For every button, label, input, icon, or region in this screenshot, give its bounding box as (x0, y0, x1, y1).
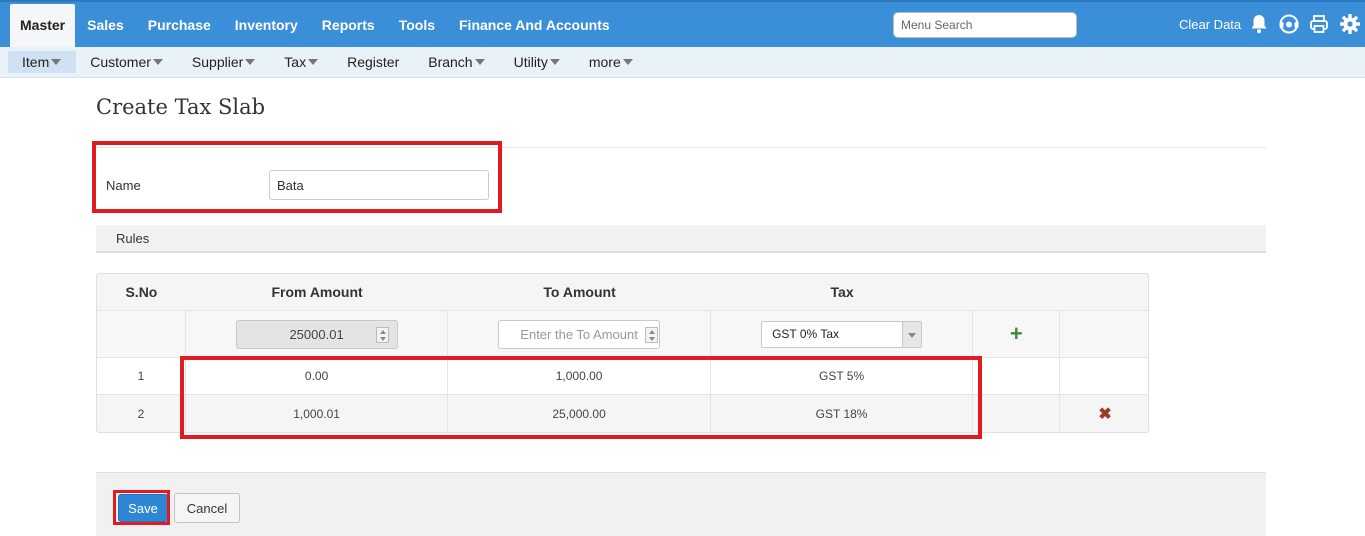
table-row: 1 0.00 1,000.00 GST 5% (97, 358, 1148, 395)
header-empty (1060, 274, 1148, 310)
row-empty (973, 358, 1061, 394)
subnav-tax[interactable]: Tax (270, 51, 333, 73)
table-row: 2 1,000.01 25,000.00 GST 18% ✖ (97, 395, 1148, 432)
sub-navigation-bar: Item Customer Supplier Tax Register Bran… (0, 47, 1365, 78)
header-from-amount: From Amount (271, 284, 363, 300)
nav-master[interactable]: Master (10, 4, 76, 47)
delete-rule-close-icon[interactable]: ✖ (1098, 404, 1111, 424)
subnav-more-label: more (588, 54, 621, 70)
subnav-utility-label: Utility (513, 54, 548, 70)
chevron-down-icon (308, 59, 319, 65)
rules-section-header: Rules (96, 225, 1266, 253)
to-amount-placeholder: Enter the To Amount (520, 326, 638, 342)
row-delete-cell: ✖ (1060, 395, 1148, 432)
subnav-register[interactable]: Register (333, 51, 414, 73)
page-title: Create Tax Slab (96, 95, 266, 119)
subnav-customer[interactable]: Customer (76, 51, 178, 73)
subnav-tax-label: Tax (284, 54, 307, 70)
subnav-item[interactable]: Item (8, 51, 77, 73)
main-menu: Master Sales Purchase Inventory Reports … (10, 4, 622, 47)
name-label: Name (106, 178, 141, 193)
chevron-down-icon (152, 59, 163, 65)
nav-sales[interactable]: Sales (75, 4, 136, 47)
name-input[interactable] (269, 170, 489, 200)
subnav-register-label: Register (347, 54, 400, 70)
row-to-amount: 25,000.00 (448, 395, 711, 432)
row-sno: 1 (97, 358, 186, 394)
add-rule-plus-icon[interactable]: + (1010, 323, 1023, 345)
to-amount-input[interactable]: Enter the To Amount (498, 319, 661, 349)
nav-purchase[interactable]: Purchase (136, 4, 223, 47)
subnav-supplier[interactable]: Supplier (178, 51, 270, 73)
form-footer (96, 472, 1266, 536)
subnav-supplier-label: Supplier (191, 54, 244, 70)
nav-tools[interactable]: Tools (387, 4, 447, 47)
print-icon[interactable] (1308, 13, 1330, 35)
nav-reports[interactable]: Reports (310, 4, 387, 47)
entry-from-cell: 25000.01 (186, 311, 449, 357)
chevron-down-icon (51, 59, 62, 65)
entry-tax-cell: GST 0% Tax (711, 311, 974, 357)
subnav-branch[interactable]: Branch (414, 51, 499, 73)
chevron-down-icon (549, 59, 560, 65)
rules-label: Rules (116, 231, 150, 246)
table-header-row: S.No From Amount To Amount Tax (97, 274, 1148, 311)
nav-finance-and-accounts[interactable]: Finance And Accounts (447, 4, 622, 47)
rules-table: S.No From Amount To Amount Tax 25000.01 … (96, 273, 1149, 433)
stepper-icon (375, 326, 389, 343)
from-amount-value: 25000.01 (289, 326, 344, 342)
chevron-down-icon (622, 59, 633, 65)
support-icon[interactable] (1278, 13, 1300, 35)
row-sno: 2 (97, 395, 186, 432)
nav-inventory[interactable]: Inventory (223, 4, 310, 47)
subnav-customer-label: Customer (90, 54, 151, 70)
header-to-amount: To Amount (543, 284, 616, 300)
bell-icon[interactable] (1248, 13, 1270, 35)
save-button[interactable]: Save (118, 494, 168, 522)
row-tax: GST 5% (711, 358, 974, 394)
subnav-branch-label: Branch (428, 54, 473, 70)
entry-row: 25000.01 Enter the To Amount GST 0% Tax … (97, 311, 1148, 358)
entry-sno-cell (97, 311, 186, 357)
row-from-amount: 0.00 (186, 358, 449, 394)
row-tax: GST 18% (711, 395, 974, 432)
from-amount-input: 25000.01 (235, 319, 398, 349)
tax-select[interactable]: GST 0% Tax (761, 320, 923, 348)
chevron-down-icon[interactable] (902, 321, 922, 347)
row-empty (1060, 358, 1148, 394)
header-empty (973, 274, 1060, 310)
subnav-item-label: Item (22, 54, 50, 70)
entry-add-cell: + (973, 311, 1061, 357)
clear-data-link[interactable]: Clear Data (1179, 17, 1241, 32)
chevron-down-icon (245, 59, 256, 65)
gear-icon[interactable] (1339, 13, 1361, 35)
sub-menu: Item Customer Supplier Tax Register Bran… (8, 51, 648, 73)
header-tax: Tax (830, 284, 854, 300)
row-empty (973, 395, 1061, 432)
divider (96, 147, 1266, 148)
tax-select-value: GST 0% Tax (772, 327, 839, 341)
header-sno: S.No (125, 284, 158, 300)
cancel-button[interactable]: Cancel (174, 493, 240, 523)
stepper-icon[interactable] (645, 326, 659, 343)
subnav-more[interactable]: more (575, 51, 648, 73)
chevron-down-icon (474, 59, 485, 65)
entry-empty-cell (1060, 311, 1148, 357)
menu-search-input[interactable] (893, 12, 1077, 38)
row-to-amount: 1,000.00 (448, 358, 711, 394)
entry-to-cell: Enter the To Amount (448, 311, 711, 357)
subnav-utility[interactable]: Utility (500, 51, 575, 73)
top-navigation-bar: Master Sales Purchase Inventory Reports … (0, 0, 1365, 47)
row-from-amount: 1,000.01 (186, 395, 449, 432)
